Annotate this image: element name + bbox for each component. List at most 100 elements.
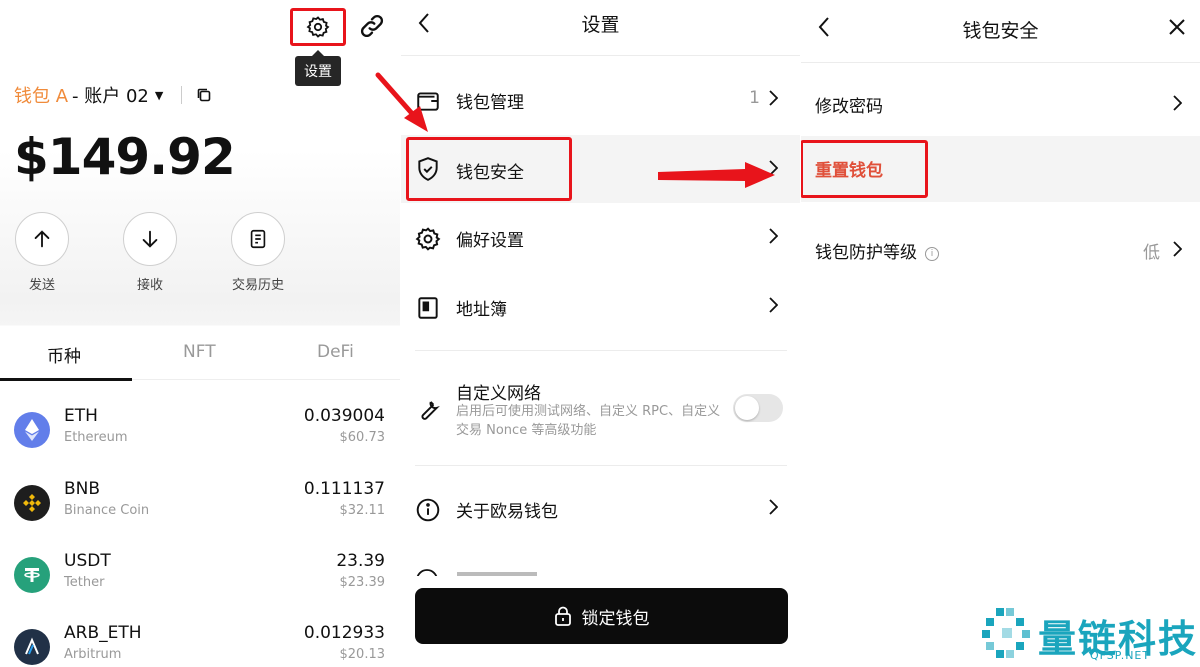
token-name: Ethereum: [64, 430, 128, 445]
caret-down-icon: ▼: [154, 88, 164, 102]
token-amount: 0.012933: [303, 623, 385, 643]
chevron-right-icon: [769, 499, 778, 515]
asset-tabs: 币种 NFT DeFi: [0, 326, 400, 381]
gear-icon: [306, 16, 330, 38]
wallet-home-panel: 设置 钱包 A - 账户 02 ▼ $149.92 发送 接收 交易历史 币种 …: [0, 0, 400, 667]
highlight-box: [801, 140, 928, 198]
token-amount: 23.39: [336, 551, 385, 571]
about-row[interactable]: 关于欧易钱包: [401, 479, 800, 539]
tab-nft[interactable]: NFT: [183, 342, 216, 362]
row-value: 低: [1143, 243, 1160, 263]
wallet-management-row[interactable]: 钱包管理 1: [401, 70, 800, 130]
highlight-box: [406, 137, 572, 201]
wrench-icon: [421, 401, 440, 420]
token-row[interactable]: USDT Tether 23.39 $23.39: [0, 547, 400, 607]
watermark: 量链科技 QFSP.NET: [980, 600, 1200, 667]
lock-wallet-label: 锁定钱包: [581, 608, 650, 629]
divider: [415, 350, 787, 351]
preferences-row[interactable]: 偏好设置: [401, 208, 800, 268]
divider: [415, 465, 787, 466]
chevron-right-icon: [769, 228, 778, 244]
token-usd-value: $20.13: [339, 647, 386, 662]
wallet-icon: [417, 92, 439, 111]
token-row[interactable]: ARB_ETH Arbitrum 0.012933 $20.13: [0, 619, 400, 667]
chevron-right-icon: [769, 160, 778, 176]
close-icon[interactable]: [1168, 18, 1186, 36]
total-balance: $149.92: [14, 128, 236, 186]
token-amount: 0.039004: [303, 406, 385, 426]
divider: [401, 55, 800, 56]
wallet-name: 钱包 A: [14, 86, 69, 107]
link-icon[interactable]: [358, 12, 386, 40]
token-name: Arbitrum: [64, 647, 122, 662]
tab-defi[interactable]: DeFi: [317, 342, 354, 362]
row-label: 偏好设置: [456, 231, 524, 251]
account-name: - 账户 02: [72, 86, 149, 107]
token-name: Binance Coin: [64, 503, 150, 518]
row-label: 钱包防护等级: [815, 243, 917, 263]
arrow-up-icon: [34, 230, 50, 248]
custom-network-description: 启用后可使用测试网络、自定义 RPC、自定义交易 Nonce 等高级功能: [456, 404, 721, 438]
change-password-row[interactable]: 修改密码: [801, 72, 1200, 136]
send-label: 发送: [28, 278, 55, 293]
page-title: 钱包安全: [962, 20, 1039, 42]
divider: [181, 86, 183, 104]
active-tab-indicator: [0, 378, 132, 381]
settings-button[interactable]: [290, 8, 346, 46]
page-title: 设置: [581, 14, 620, 36]
protection-level-row[interactable]: 钱包防护等级 i 低: [801, 218, 1200, 282]
token-usd-value: $23.39: [339, 575, 386, 590]
row-label: 修改密码: [815, 97, 883, 117]
token-symbol: USDT: [64, 551, 111, 571]
toggle-knob: [735, 396, 759, 420]
row-label: 关于欧易钱包: [456, 502, 558, 522]
history-button[interactable]: 交易历史: [228, 212, 288, 293]
token-usd-value: $60.73: [339, 430, 386, 445]
token-row[interactable]: BNB Binance Coin 0.111137 $32.11: [0, 475, 400, 535]
divider: [801, 62, 1200, 63]
token-symbol: ETH: [64, 406, 98, 426]
settings-panel: 设置 钱包管理 1 钱包安全 偏好设置 地址簿 自定义网络 启用后可使用测试网络…: [401, 0, 800, 667]
tab-tokens[interactable]: 币种: [47, 342, 81, 367]
info-circle-icon: [416, 498, 440, 522]
chevron-right-icon: [769, 90, 778, 106]
chevron-right-icon: [1173, 95, 1182, 111]
token-usd-value: $32.11: [339, 503, 386, 518]
row-label: 钱包管理: [456, 93, 524, 113]
account-selector[interactable]: 钱包 A - 账户 02 ▼: [14, 82, 212, 108]
arrow-down-icon: [142, 230, 158, 248]
history-icon: [250, 229, 266, 249]
lock-wallet-button[interactable]: 锁定钱包: [415, 588, 788, 644]
row-value: 1: [749, 88, 760, 108]
copy-icon[interactable]: [196, 87, 212, 103]
history-label: 交易历史: [231, 278, 284, 293]
receive-label: 接收: [136, 278, 163, 293]
send-button[interactable]: 发送: [12, 212, 72, 293]
token-amount: 0.111137: [303, 479, 385, 499]
token-name: Tether: [64, 575, 105, 590]
watermark-subtext: QFSP.NET: [1090, 649, 1151, 662]
bnb-icon: [14, 485, 50, 521]
settings-tooltip: 设置: [295, 50, 341, 86]
token-symbol: BNB: [64, 479, 101, 499]
receive-button[interactable]: 接收: [120, 212, 180, 293]
row-label: 自定义网络: [456, 384, 541, 404]
row-label: 地址簿: [456, 300, 507, 320]
chevron-right-icon: [1173, 241, 1182, 257]
info-icon[interactable]: i: [925, 247, 939, 261]
chevron-right-icon: [769, 297, 778, 313]
row-label-wrap: 钱包防护等级 i: [815, 238, 939, 263]
address-book-row[interactable]: 地址簿: [401, 277, 800, 337]
gear-icon: [415, 227, 441, 251]
address-book-icon: [418, 297, 438, 319]
usdt-icon: [14, 557, 50, 593]
custom-network-toggle[interactable]: [733, 394, 783, 422]
token-symbol: ARB_ETH: [64, 623, 142, 643]
eth-icon: [14, 412, 50, 448]
token-row[interactable]: ETH Ethereum 0.039004 $60.73: [0, 402, 400, 462]
lock-icon: [554, 606, 571, 626]
arbitrum-icon: [14, 629, 50, 665]
watermark-logo-icon: [982, 608, 1030, 658]
cut-off-row: [415, 566, 575, 576]
wallet-security-panel: 钱包安全 修改密码 重置钱包 钱包防护等级 i 低: [801, 0, 1200, 667]
